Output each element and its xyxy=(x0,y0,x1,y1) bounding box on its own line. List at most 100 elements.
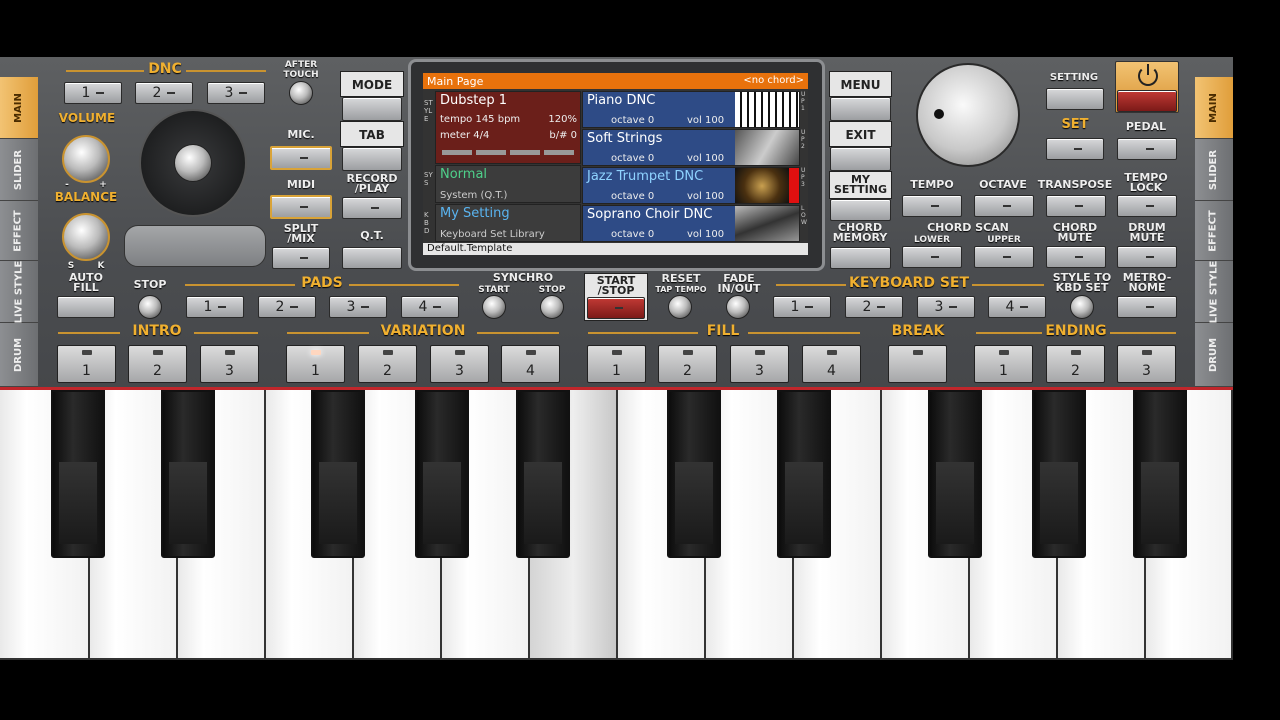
tempo-button[interactable] xyxy=(902,195,962,217)
black-key[interactable] xyxy=(161,390,215,558)
chord-scan-upper-button[interactable] xyxy=(974,246,1034,268)
fill-pad-4[interactable]: 4 xyxy=(802,345,861,383)
tab-drum-right[interactable]: DRUM xyxy=(1195,323,1233,387)
voice-up1-cell[interactable]: Piano DNC octave 0 vol 100 xyxy=(582,91,800,128)
system-cell[interactable]: Normal System (Q.T.) xyxy=(435,165,581,203)
start-stop-button[interactable] xyxy=(587,297,645,319)
reset-toggle[interactable] xyxy=(668,295,692,319)
record-play-button[interactable] xyxy=(342,197,402,219)
variation-pad-3[interactable]: 3 xyxy=(430,345,489,383)
pad-button-4[interactable]: 4 xyxy=(401,296,459,318)
voice-up2-cell[interactable]: Soft Strings octave 0 vol 100 xyxy=(582,129,800,166)
tab-drum-left[interactable]: DRUM xyxy=(0,323,38,387)
tab-effect-right[interactable]: EFFECT xyxy=(1195,201,1233,261)
ending-pad-2[interactable]: 2 xyxy=(1046,345,1105,383)
voice-low-cell[interactable]: Soprano Choir DNC octave 0 vol 100 xyxy=(582,205,800,242)
kbd-set-button-1[interactable]: 1 xyxy=(773,296,831,318)
joystick-handle[interactable] xyxy=(174,144,212,182)
auto-fill-button[interactable] xyxy=(57,296,115,318)
tab-live-style-right[interactable]: LIVE STYLE xyxy=(1195,260,1233,323)
split-mix-button[interactable] xyxy=(272,247,330,269)
intro-pad-1[interactable]: 1 xyxy=(57,345,116,383)
fill-pad-1[interactable]: 1 xyxy=(587,345,646,383)
variation-pad-2[interactable]: 2 xyxy=(358,345,417,383)
exit-button[interactable] xyxy=(830,147,891,171)
octave-button[interactable] xyxy=(974,195,1034,217)
dnc-button-2[interactable]: 2 xyxy=(135,82,193,104)
mic-button[interactable] xyxy=(270,146,332,170)
transpose-button[interactable] xyxy=(1046,195,1106,217)
pad-button-2[interactable]: 2 xyxy=(258,296,316,318)
ending-pad-3[interactable]: 3 xyxy=(1117,345,1176,383)
fill-pad-2[interactable]: 2 xyxy=(658,345,717,383)
tab-slider-right[interactable]: SLIDER xyxy=(1195,139,1233,201)
pedal-button[interactable] xyxy=(1117,138,1177,160)
variation-pad-4[interactable]: 4 xyxy=(501,345,560,383)
dnc-button-3[interactable]: 3 xyxy=(207,82,265,104)
after-touch-toggle[interactable] xyxy=(289,81,313,105)
black-key[interactable] xyxy=(1032,390,1086,558)
kbd-set-button-4[interactable]: 4 xyxy=(988,296,1046,318)
dnc-button-1[interactable]: 1 xyxy=(64,82,122,104)
tab-label: EFFECT xyxy=(1208,209,1220,252)
my-setting-button[interactable] xyxy=(830,199,891,221)
style-cell[interactable]: Dubstep 1 tempo 145 bpm 120% meter 4/4 b… xyxy=(435,91,581,164)
black-key[interactable] xyxy=(51,390,105,558)
tab-label: DRUM xyxy=(12,337,24,372)
black-key[interactable] xyxy=(667,390,721,558)
power-button[interactable] xyxy=(1117,90,1177,112)
system-name: Normal xyxy=(440,167,488,182)
midi-button[interactable] xyxy=(270,195,332,219)
after-touch-label: AFTER TOUCH xyxy=(283,60,319,80)
fade-toggle[interactable] xyxy=(726,295,750,319)
menu-button[interactable] xyxy=(830,97,891,121)
voice-up3-cell[interactable]: Jazz Trumpet DNC octave 0 vol 100 xyxy=(582,167,800,204)
kbd-set-button-3[interactable]: 3 xyxy=(917,296,975,318)
black-key[interactable] xyxy=(1133,390,1187,558)
variation-pad-1[interactable]: 1 xyxy=(286,345,345,383)
qt-button[interactable] xyxy=(342,247,402,269)
balance-knob[interactable] xyxy=(62,213,110,261)
black-key[interactable] xyxy=(928,390,982,558)
intro-pad-2[interactable]: 2 xyxy=(128,345,187,383)
synchro-start-toggle[interactable] xyxy=(482,295,506,319)
pad-button-1[interactable]: 1 xyxy=(186,296,244,318)
fill-pad-3[interactable]: 3 xyxy=(730,345,789,383)
chord-scan-lower-button[interactable] xyxy=(902,246,962,268)
ending-pad-1[interactable]: 1 xyxy=(974,345,1033,383)
setting-cell[interactable]: My Setting Keyboard Set Library xyxy=(435,204,581,242)
break-pad[interactable] xyxy=(888,345,947,383)
tab-main-left[interactable]: MAIN xyxy=(0,77,38,139)
pad-button-3[interactable]: 3 xyxy=(329,296,387,318)
pedal-label: PEDAL xyxy=(1125,120,1167,133)
volume-knob[interactable] xyxy=(62,135,110,183)
pitch-joystick[interactable] xyxy=(139,109,247,217)
black-key[interactable] xyxy=(777,390,831,558)
drum-mute-button[interactable] xyxy=(1117,246,1177,268)
stop-toggle[interactable] xyxy=(138,295,162,319)
chord-mute-button[interactable] xyxy=(1046,246,1106,268)
tab-slider-left[interactable]: SLIDER xyxy=(0,139,38,201)
chord-memory-button[interactable] xyxy=(830,247,891,269)
metronome-button[interactable] xyxy=(1117,296,1177,318)
button-label: 1 xyxy=(203,299,213,315)
black-key[interactable] xyxy=(415,390,469,558)
tab-button[interactable] xyxy=(342,147,402,171)
mode-button[interactable] xyxy=(342,97,402,121)
setting-name: My Setting xyxy=(440,206,510,221)
setting-button[interactable] xyxy=(1046,88,1104,110)
modulation-pad[interactable] xyxy=(124,225,266,267)
tab-live-style-left[interactable]: LIVE STYLE xyxy=(0,260,38,323)
black-key[interactable] xyxy=(516,390,570,558)
kbd-set-button-2[interactable]: 2 xyxy=(845,296,903,318)
intro-pad-3[interactable]: 3 xyxy=(200,345,259,383)
synchro-stop-toggle[interactable] xyxy=(540,295,564,319)
style-bsharp: b/# 0 xyxy=(549,130,577,141)
black-key[interactable] xyxy=(311,390,365,558)
set-button[interactable] xyxy=(1046,138,1104,160)
tab-main-right[interactable]: MAIN xyxy=(1195,77,1233,139)
style-to-kbd-toggle[interactable] xyxy=(1070,295,1094,319)
tempo-lock-button[interactable] xyxy=(1117,195,1177,217)
data-dial[interactable] xyxy=(916,63,1020,167)
tab-effect-left[interactable]: EFFECT xyxy=(0,201,38,261)
